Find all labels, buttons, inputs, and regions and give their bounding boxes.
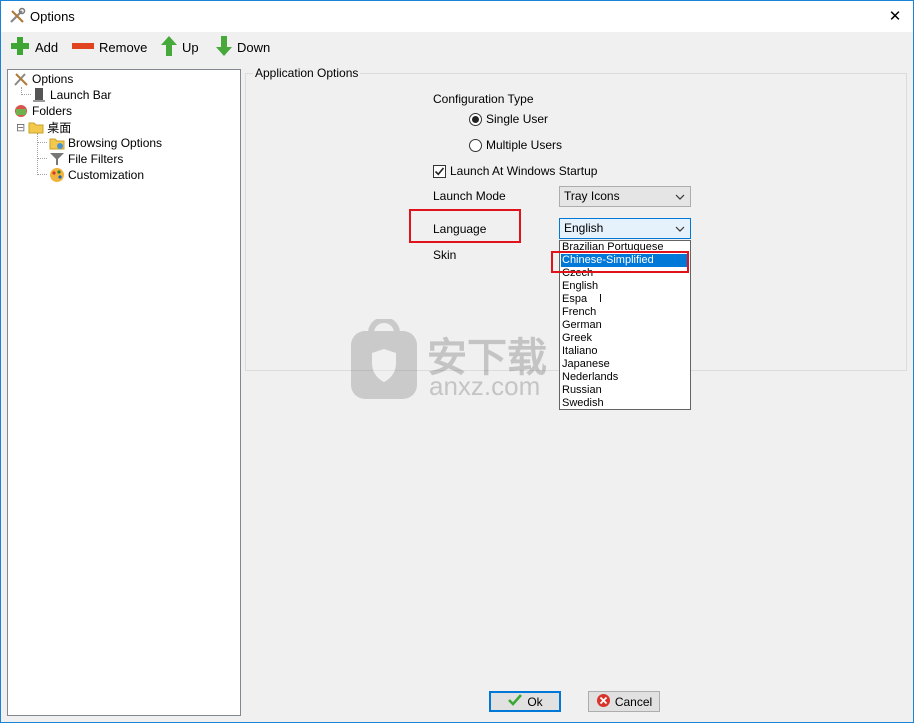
language-option[interactable]: English xyxy=(561,280,689,293)
language-highlight-box xyxy=(409,209,521,243)
radio-circle xyxy=(469,138,482,152)
minus-icon xyxy=(71,35,95,60)
launch-mode-select[interactable]: Tray Icons xyxy=(559,186,691,207)
tree-item-label: Options xyxy=(32,72,74,86)
chinese-simplified-highlight-box xyxy=(551,251,689,273)
options-window: Options ✕ Add Remove Up Down Options Lau… xyxy=(0,0,914,723)
tree-line xyxy=(21,94,31,95)
launch-at-startup-label: Launch At Windows Startup xyxy=(450,164,598,178)
language-value: English xyxy=(564,221,604,235)
tree-item-customization[interactable]: Customization xyxy=(49,167,144,183)
tree-item-label: Browsing Options xyxy=(68,136,163,150)
tree-item-launch-bar[interactable]: Launch Bar xyxy=(31,87,111,103)
tree-item-browsing-options[interactable]: Browsing Options xyxy=(49,135,162,151)
tree-item-desktop[interactable]: ⊟ 桌面 xyxy=(16,119,71,135)
tools-icon xyxy=(13,71,29,87)
tree-line xyxy=(37,142,47,143)
watermark: 安下载 anxz.com xyxy=(349,317,569,403)
language-option[interactable]: Greek xyxy=(561,332,689,345)
up-label: Up xyxy=(182,39,199,55)
multiple-users-radio[interactable]: Multiple Users xyxy=(469,138,562,152)
options-tree[interactable]: Options Launch Bar Folders ⊟ 桌面 Browsing… xyxy=(7,69,241,716)
tree-item-options[interactable]: Options xyxy=(13,71,73,87)
language-option[interactable]: Espa l xyxy=(561,293,689,306)
tree-item-label: File Filters xyxy=(68,152,124,166)
launch-at-startup-checkbox[interactable]: Launch At Windows Startup xyxy=(433,164,597,178)
tree-line xyxy=(37,158,47,159)
tree-line xyxy=(37,133,38,173)
options-tools-icon xyxy=(8,7,26,25)
tree-item-folders[interactable]: Folders xyxy=(13,103,72,119)
remove-button[interactable]: Remove xyxy=(71,35,147,59)
language-option[interactable]: French xyxy=(561,306,689,319)
skin-label: Skin xyxy=(433,248,457,262)
tree-item-file-filters[interactable]: File Filters xyxy=(49,151,123,167)
radio-dot xyxy=(472,115,479,123)
tree-item-label: 桌面 xyxy=(47,120,72,135)
palette-icon xyxy=(49,167,65,183)
single-user-label: Single User xyxy=(486,112,549,126)
down-label: Down xyxy=(237,39,271,55)
language-option[interactable]: Italiano xyxy=(561,345,689,358)
ok-label: Ok xyxy=(527,694,543,709)
radio-circle-checked xyxy=(469,112,482,126)
arrow-down-icon xyxy=(215,35,233,60)
toolbar: Add Remove Up Down xyxy=(1,33,913,63)
browsing-folder-icon xyxy=(49,135,65,151)
single-user-radio[interactable]: Single User xyxy=(469,112,548,126)
multiple-users-label: Multiple Users xyxy=(486,138,563,152)
configuration-type-label: Configuration Type xyxy=(433,92,534,106)
launch-mode-value: Tray Icons xyxy=(564,189,620,203)
cancel-icon xyxy=(596,693,611,711)
down-button[interactable]: Down xyxy=(215,35,270,59)
language-option[interactable]: Russian xyxy=(561,384,689,397)
checkmark-icon xyxy=(433,164,446,178)
language-option[interactable]: Swedish xyxy=(561,397,689,409)
chevron-down-icon xyxy=(673,219,687,238)
chevron-down-icon xyxy=(673,187,687,206)
filter-icon xyxy=(49,151,65,167)
launch-bar-icon xyxy=(31,87,47,103)
up-button[interactable]: Up xyxy=(160,35,199,59)
add-label: Add xyxy=(35,39,59,55)
group-legend: Application Options xyxy=(253,66,361,80)
collapse-icon[interactable]: ⊟ xyxy=(16,121,25,134)
close-button[interactable]: ✕ xyxy=(883,5,907,27)
window-title: Options xyxy=(30,9,75,24)
language-option[interactable]: Japanese xyxy=(561,358,689,371)
cancel-label: Cancel xyxy=(614,694,653,709)
tree-item-label: Customization xyxy=(68,168,145,182)
language-option[interactable]: Nederlands xyxy=(561,371,689,384)
tree-line xyxy=(37,174,47,175)
title-bar: Options ✕ xyxy=(1,1,913,32)
launch-mode-label: Launch Mode xyxy=(433,189,506,203)
watermark-en: anxz.com xyxy=(429,371,541,401)
folders-icon xyxy=(13,103,29,119)
checkmark-green-icon xyxy=(507,693,523,710)
tree-item-label: Folders xyxy=(32,104,73,118)
language-select[interactable]: English xyxy=(559,218,691,239)
arrow-up-icon xyxy=(160,35,178,60)
add-button[interactable]: Add xyxy=(9,35,58,59)
language-option[interactable]: German xyxy=(561,319,689,332)
remove-label: Remove xyxy=(99,39,148,55)
cancel-button[interactable]: Cancel xyxy=(588,691,660,712)
folder-icon xyxy=(28,119,44,135)
close-icon: ✕ xyxy=(888,8,902,25)
plus-icon xyxy=(9,35,31,60)
tree-item-label: Launch Bar xyxy=(50,88,112,102)
ok-button[interactable]: Ok xyxy=(489,691,561,712)
